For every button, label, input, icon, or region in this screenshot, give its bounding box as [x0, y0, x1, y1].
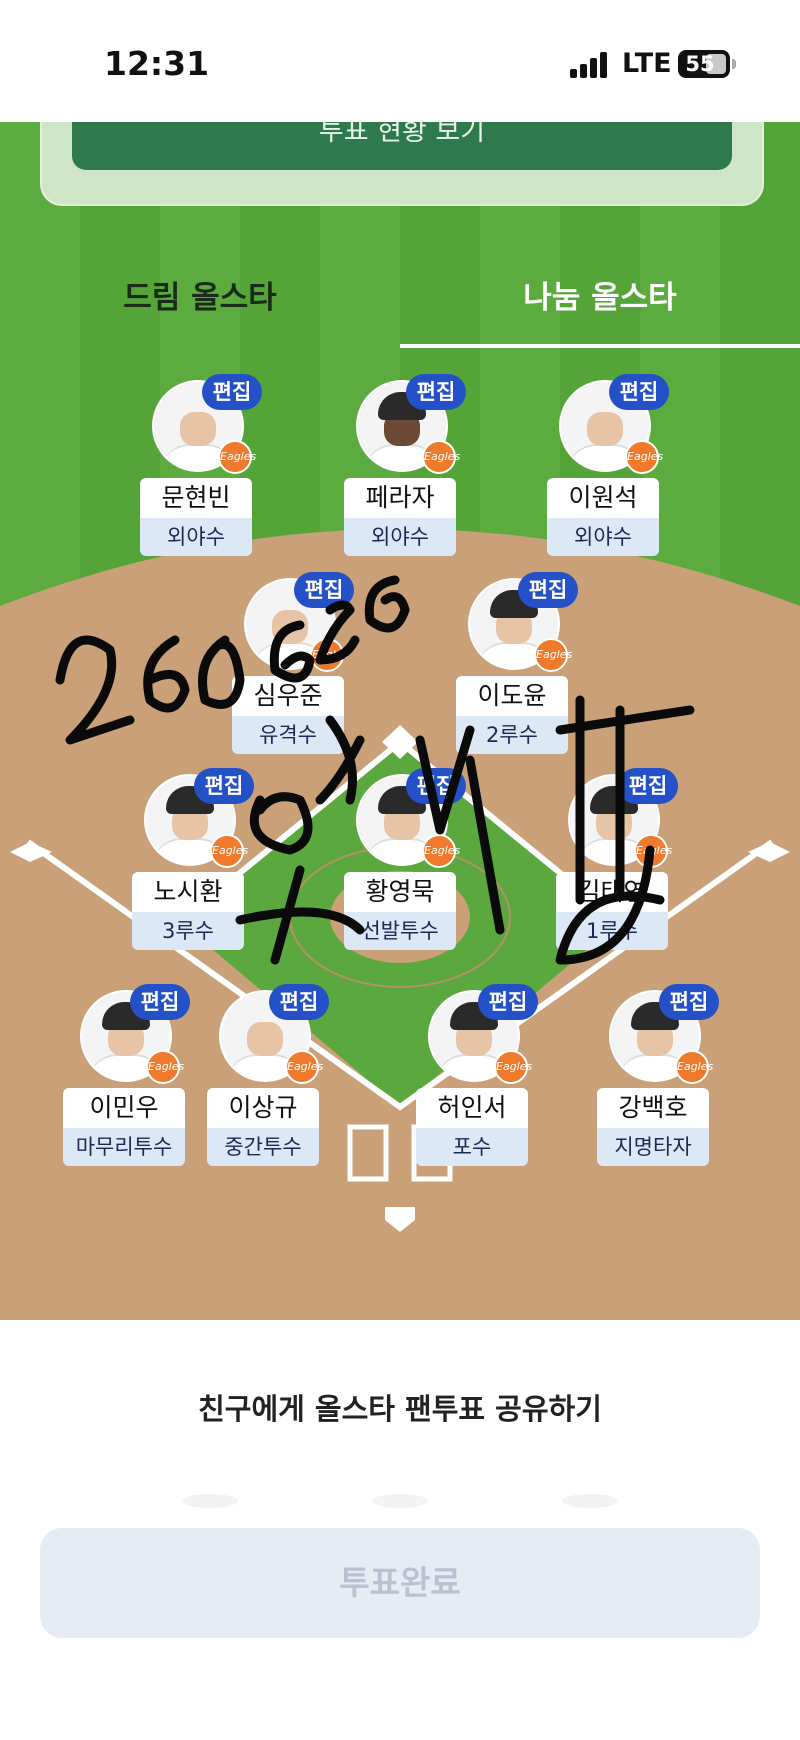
edit-button[interactable]: 편집	[518, 572, 578, 608]
signal-icon	[570, 52, 610, 78]
player-name: 강백호	[597, 1088, 709, 1128]
eagles-logo-icon: Eagles	[422, 440, 460, 474]
edit-button[interactable]: 편집	[130, 984, 190, 1020]
eagles-logo-icon: Eagles	[146, 1050, 184, 1084]
edit-button[interactable]: 편집	[659, 984, 719, 1020]
player-name: 문현빈	[140, 478, 252, 518]
share-title: 친구에게 올스타 팬투표 공유하기	[198, 1392, 602, 1426]
player-name: 이민우	[63, 1088, 185, 1128]
baseball-field: 투표 현황 보기 드림 올스타 나눔 올스타 Eagles 편집 문현빈 외야수…	[0, 122, 800, 1320]
player-position: 중간투수	[207, 1128, 319, 1166]
player-position: 선발투수	[344, 912, 456, 950]
status-time: 12:31	[104, 44, 210, 83]
edit-button[interactable]: 편집	[202, 374, 262, 410]
share-icon[interactable]	[562, 1494, 618, 1508]
player-name: 이도윤	[456, 676, 568, 716]
edit-button[interactable]: 편집	[269, 984, 329, 1020]
player-position: 3루수	[132, 912, 244, 950]
player-name: 황영묵	[344, 872, 456, 912]
eagles-logo-icon: Eagles	[494, 1050, 532, 1084]
vote-complete-button[interactable]: 투표완료	[40, 1528, 760, 1638]
player-name: 페라자	[344, 478, 456, 518]
tab-dream-allstar[interactable]: 드림 올스타	[0, 272, 400, 317]
player-name: 이상규	[207, 1088, 319, 1128]
player-name: 김태연	[556, 872, 668, 912]
edit-button[interactable]: 편집	[194, 768, 254, 804]
eagles-logo-icon: Eagles	[422, 834, 460, 868]
status-bar: 12:31 LTE 55	[0, 0, 800, 122]
player-position: 2루수	[456, 716, 568, 754]
edit-button[interactable]: 편집	[294, 572, 354, 608]
edit-button[interactable]: 편집	[609, 374, 669, 410]
player-position: 외야수	[547, 518, 659, 556]
share-icon[interactable]	[372, 1494, 428, 1508]
network-label: LTE	[622, 48, 672, 79]
eagles-logo-icon: Eagles	[310, 638, 348, 672]
eagles-logo-icon: Eagles	[534, 638, 572, 672]
player-position: 유격수	[232, 716, 344, 754]
share-icons-row	[0, 1494, 800, 1508]
edit-button[interactable]: 편집	[618, 768, 678, 804]
eagles-logo-icon: Eagles	[625, 440, 663, 474]
player-position: 마무리투수	[63, 1128, 185, 1166]
share-icon[interactable]	[182, 1494, 238, 1508]
player-position: 지명타자	[597, 1128, 709, 1166]
eagles-logo-icon: Eagles	[675, 1050, 713, 1084]
player-name: 심우준	[232, 676, 344, 716]
eagles-logo-icon: Eagles	[634, 834, 672, 868]
player-name: 노시환	[132, 872, 244, 912]
player-name: 허인서	[416, 1088, 528, 1128]
tab-nanum-allstar[interactable]: 나눔 올스타	[400, 272, 800, 317]
edit-button[interactable]: 편집	[406, 768, 466, 804]
battery-level: 55	[685, 52, 715, 76]
player-position: 1루수	[556, 912, 668, 950]
eagles-logo-icon: Eagles	[218, 440, 256, 474]
vote-status-button[interactable]: 투표 현황 보기	[72, 122, 732, 170]
vote-card: 투표 현황 보기	[40, 122, 764, 206]
eagles-logo-icon: Eagles	[285, 1050, 323, 1084]
battery-icon: 55	[678, 50, 730, 78]
edit-button[interactable]: 편집	[478, 984, 538, 1020]
player-position: 외야수	[140, 518, 252, 556]
eagles-logo-icon: Eagles	[210, 834, 248, 868]
player-name: 이원석	[547, 478, 659, 518]
player-position: 외야수	[344, 518, 456, 556]
player-position: 포수	[416, 1128, 528, 1166]
battery-tip	[732, 59, 736, 69]
edit-button[interactable]: 편집	[406, 374, 466, 410]
active-tab-indicator	[400, 344, 800, 348]
